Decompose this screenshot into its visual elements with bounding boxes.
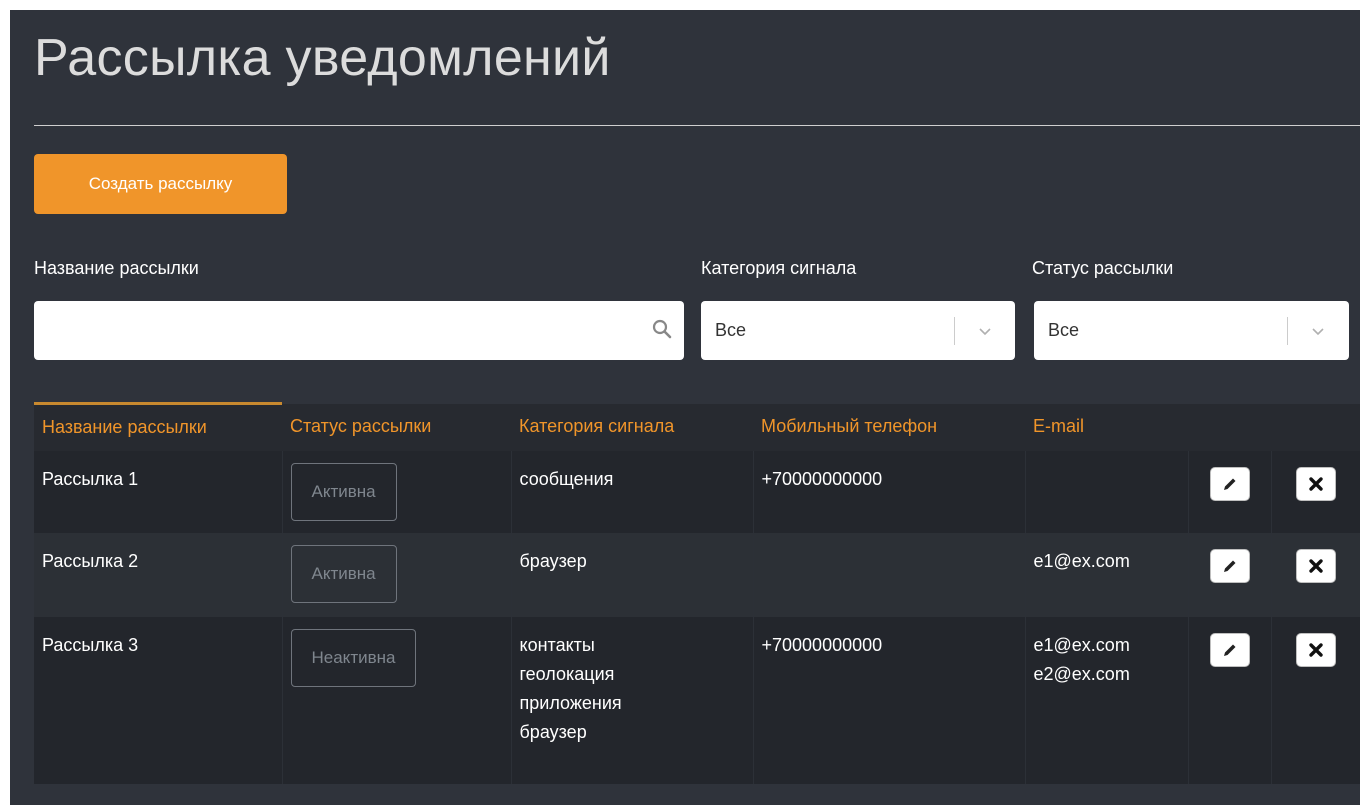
close-icon (1309, 559, 1323, 573)
create-mailing-button[interactable]: Создать рассылку (34, 154, 287, 214)
email-item: e2@ex.com (1033, 664, 1130, 684)
title-divider (34, 125, 1360, 126)
edit-button[interactable] (1209, 633, 1250, 667)
table-row: Рассылка 3 Неактивна контакты геолокация… (34, 617, 1360, 784)
column-header-category[interactable]: Категория сигнала (511, 403, 753, 451)
select-separator (1287, 317, 1288, 345)
category-item: браузер (519, 551, 587, 571)
status-badge[interactable]: Неактивна (290, 629, 417, 687)
column-header-phone[interactable]: Мобильный телефон (753, 403, 1025, 451)
category-filter-label: Категория сигнала (701, 258, 857, 278)
status-select-value: Все (1048, 320, 1080, 340)
email-cell: e1@ex.com (1024, 533, 1188, 617)
chevron-down-icon[interactable] (1310, 323, 1326, 344)
name-search-field (34, 301, 684, 360)
notifications-page: Рассылка уведомлений Создать рассылку На… (10, 10, 1360, 805)
category-cell: контакты геолокация приложения браузер (510, 617, 753, 784)
email-item: e1@ex.com (1033, 635, 1130, 655)
status-select[interactable]: Все (1034, 301, 1349, 360)
edit-cell (1187, 533, 1271, 617)
table-row: Рассылка 1 Активна сообщения +7000000000… (34, 451, 1360, 533)
delete-button[interactable] (1295, 549, 1336, 583)
delete-cell (1270, 617, 1360, 784)
category-cell: браузер (510, 533, 753, 617)
delete-button[interactable] (1295, 467, 1336, 501)
email-item: e1@ex.com (1033, 551, 1130, 571)
category-item: геолокация (519, 664, 615, 684)
category-item: браузер (519, 722, 587, 742)
mailing-name: Рассылка 1 (34, 451, 282, 533)
status-filter-label: Статус рассылки (1032, 258, 1174, 278)
close-icon (1309, 477, 1323, 491)
table-row: Рассылка 2 Активна браузер e1@ex.com (34, 533, 1360, 617)
category-item: приложения (519, 693, 622, 713)
column-header-status[interactable]: Статус рассылки (282, 403, 511, 451)
edit-button[interactable] (1209, 549, 1250, 583)
edit-cell (1187, 617, 1271, 784)
email-cell (1024, 451, 1188, 533)
delete-cell (1270, 451, 1360, 533)
category-item: сообщения (519, 469, 614, 489)
category-item: контакты (519, 635, 595, 655)
pencil-icon (1223, 478, 1235, 490)
select-separator (954, 317, 955, 345)
status-badge[interactable]: Активна (290, 545, 397, 603)
page-title: Рассылка уведомлений (34, 29, 611, 87)
search-icon[interactable] (652, 319, 672, 344)
pencil-icon (1223, 644, 1235, 656)
status-cell: Активна (281, 451, 511, 533)
edit-button[interactable] (1209, 467, 1250, 501)
name-filter-label: Название рассылки (34, 258, 199, 278)
edit-cell (1187, 451, 1271, 533)
email-cell: e1@ex.com e2@ex.com (1024, 617, 1188, 784)
column-header-name[interactable]: Название рассылки (34, 402, 282, 451)
table-header-row: Название рассылки Статус рассылки Катего… (34, 402, 1360, 451)
name-search-input[interactable] (34, 301, 658, 358)
mailings-table: Название рассылки Статус рассылки Катего… (34, 402, 1360, 784)
delete-button[interactable] (1295, 633, 1336, 667)
category-select[interactable]: Все (701, 301, 1015, 360)
phone-cell: +70000000000 (752, 617, 1025, 784)
category-select-value: Все (715, 320, 747, 340)
category-cell: сообщения (510, 451, 753, 533)
column-header-edit (1188, 403, 1271, 451)
column-header-delete (1271, 403, 1360, 451)
phone-cell (752, 533, 1025, 617)
status-cell: Неактивна (281, 617, 511, 784)
mailing-name: Рассылка 3 (34, 617, 282, 784)
status-badge[interactable]: Активна (290, 463, 397, 521)
delete-cell (1270, 533, 1360, 617)
close-icon (1309, 643, 1323, 657)
column-header-email[interactable]: E-mail (1025, 403, 1188, 451)
pencil-icon (1223, 560, 1235, 572)
phone-cell: +70000000000 (752, 451, 1025, 533)
status-cell: Активна (281, 533, 511, 617)
mailing-name: Рассылка 2 (34, 533, 282, 617)
chevron-down-icon[interactable] (977, 323, 993, 344)
